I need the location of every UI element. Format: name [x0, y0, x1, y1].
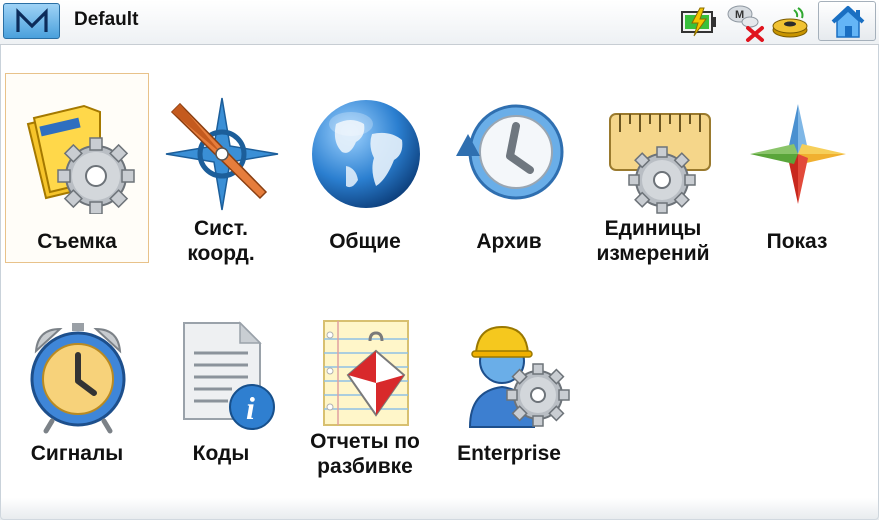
- tile-stakeout-reports[interactable]: Отчеты по разбивке: [293, 300, 437, 490]
- clock-history-icon: [450, 94, 570, 214]
- tile-label: Единицы измерений: [596, 217, 710, 265]
- tile-label: Съемка: [37, 230, 117, 253]
- profile-name: Default: [74, 9, 139, 30]
- home-button[interactable]: [818, 1, 876, 41]
- tile-survey[interactable]: Съемка: [5, 73, 149, 263]
- tile-label: Enterprise: [457, 442, 561, 465]
- tile-enterprise[interactable]: Enterprise: [437, 300, 581, 490]
- tile-label: Общие: [329, 230, 401, 253]
- home-icon: [831, 6, 865, 38]
- tile-archive[interactable]: Архив: [437, 73, 581, 263]
- svg-text:i: i: [246, 390, 255, 426]
- tile-general[interactable]: Общие: [293, 73, 437, 263]
- star-display-icon: [738, 94, 858, 214]
- tile-label: Показ: [766, 230, 828, 253]
- compass-icon: [162, 94, 282, 214]
- ruler-gear-icon: [594, 94, 714, 214]
- tile-label: Сист. коорд.: [187, 217, 255, 265]
- tile-label: Архив: [476, 230, 542, 253]
- tile-label: Сигналы: [30, 442, 124, 465]
- tile-units[interactable]: Единицы измерений: [581, 73, 725, 265]
- tile-label: Коды: [192, 442, 250, 465]
- m-logo-icon[interactable]: [3, 3, 60, 39]
- alarm-clock-icon: [18, 315, 138, 435]
- globe-icon: [306, 94, 426, 214]
- worker-gear-icon: [450, 315, 570, 435]
- tile-label: Отчеты по разбивке: [310, 430, 420, 478]
- header-bar: Default M: [0, 0, 879, 45]
- tile-coord-system[interactable]: Сист. коорд.: [149, 73, 293, 265]
- survey-folder-gear-icon: [18, 94, 138, 215]
- tile-display[interactable]: Показ: [725, 73, 869, 263]
- battery-charging-icon[interactable]: [680, 6, 720, 38]
- stakeout-report-icon: [306, 315, 426, 435]
- radio-disconnected-icon[interactable]: M: [724, 2, 770, 42]
- tile-alarms[interactable]: Сигналы: [5, 300, 149, 490]
- tile-codes[interactable]: i Коды: [149, 300, 293, 490]
- document-info-icon: i: [162, 315, 282, 435]
- gnss-receiver-icon[interactable]: [770, 4, 814, 40]
- bottom-shade: [0, 498, 879, 520]
